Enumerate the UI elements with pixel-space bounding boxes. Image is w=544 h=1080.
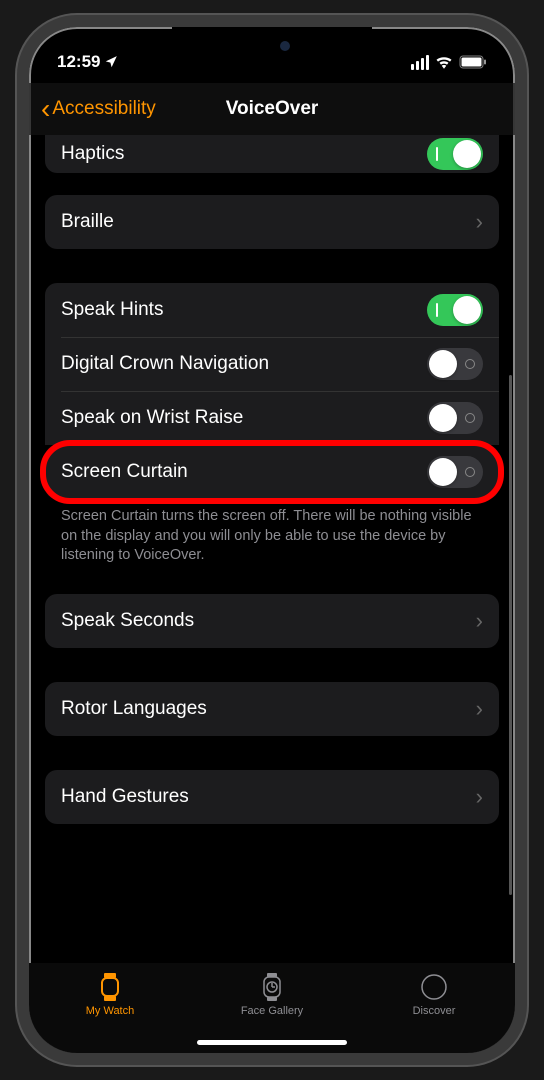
row-label: Speak Hints <box>61 299 163 321</box>
wifi-icon <box>435 55 453 69</box>
row-speak-seconds[interactable]: Speak Seconds › <box>45 594 499 648</box>
row-label: Speak Seconds <box>61 610 194 632</box>
content-scroll[interactable]: Haptics Braille › Speak Hints Digital Cr… <box>29 135 515 963</box>
toggle-speak-hints[interactable] <box>427 294 483 326</box>
battery-icon <box>459 55 487 69</box>
chevron-right-icon: › <box>476 608 483 634</box>
row-label: Braille <box>61 211 114 233</box>
tab-face-gallery[interactable]: Face Gallery <box>222 973 322 1017</box>
side-button-power <box>515 257 519 352</box>
compass-icon <box>420 973 448 1001</box>
tab-label: Face Gallery <box>241 1005 303 1017</box>
navigation-bar: ‹ Accessibility VoiceOver <box>29 83 515 135</box>
watch-face-icon <box>258 973 286 1001</box>
tab-my-watch[interactable]: My Watch <box>60 973 160 1017</box>
notch <box>172 27 372 57</box>
toggle-wrist-raise[interactable] <box>427 402 483 434</box>
row-haptics[interactable]: Haptics <box>45 135 499 173</box>
row-braille[interactable]: Braille › <box>45 195 499 249</box>
row-label: Digital Crown Navigation <box>61 353 269 375</box>
chevron-right-icon: › <box>476 209 483 235</box>
row-label: Rotor Languages <box>61 698 207 720</box>
footer-screen-curtain: Screen Curtain turns the screen off. The… <box>45 499 499 566</box>
watch-icon <box>96 973 124 1001</box>
row-rotor-languages[interactable]: Rotor Languages › <box>45 682 499 736</box>
cellular-signal-icon <box>411 55 429 70</box>
chevron-right-icon: › <box>476 784 483 810</box>
chevron-left-icon: ‹ <box>41 93 50 125</box>
row-digital-crown-navigation[interactable]: Digital Crown Navigation <box>45 337 499 391</box>
front-camera <box>280 41 290 51</box>
row-hand-gestures[interactable]: Hand Gestures › <box>45 770 499 824</box>
row-speak-hints[interactable]: Speak Hints <box>45 283 499 337</box>
tab-label: My Watch <box>86 1005 135 1017</box>
row-label: Screen Curtain <box>61 461 188 483</box>
chevron-right-icon: › <box>476 696 483 722</box>
location-icon <box>104 55 118 69</box>
row-label: Speak on Wrist Raise <box>61 407 243 429</box>
back-label: Accessibility <box>52 98 155 120</box>
home-indicator[interactable] <box>197 1040 347 1045</box>
status-time: 12:59 <box>57 52 100 72</box>
row-speak-on-wrist-raise[interactable]: Speak on Wrist Raise <box>45 391 499 445</box>
row-label: Haptics <box>61 143 124 165</box>
back-button[interactable]: ‹ Accessibility <box>41 93 156 125</box>
tab-discover[interactable]: Discover <box>384 973 484 1017</box>
phone-frame: 12:59 ‹ Accessibility VoiceOver <box>17 15 527 1065</box>
scroll-indicator[interactable] <box>509 375 512 895</box>
page-title: VoiceOver <box>226 98 319 120</box>
row-screen-curtain[interactable]: Screen Curtain <box>45 445 499 499</box>
toggle-screen-curtain[interactable] <box>427 456 483 488</box>
toggle-haptics[interactable] <box>427 138 483 170</box>
tab-label: Discover <box>413 1005 456 1017</box>
toggle-digital-crown[interactable] <box>427 348 483 380</box>
row-label: Hand Gestures <box>61 786 189 808</box>
